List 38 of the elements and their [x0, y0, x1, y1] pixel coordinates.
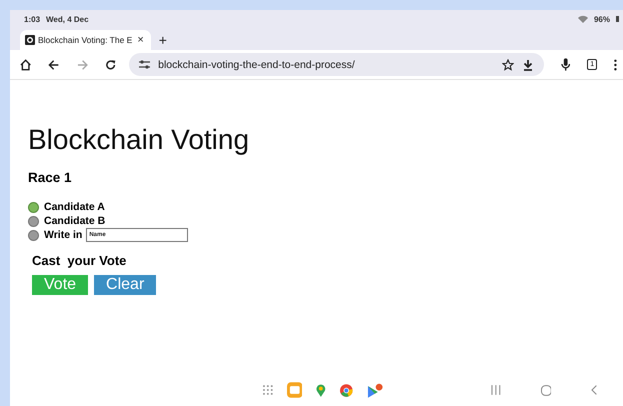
close-tab-button[interactable]: × — [135, 34, 146, 46]
site-settings-icon[interactable] — [139, 60, 150, 69]
microphone-icon[interactable] — [560, 58, 570, 71]
more-menu-icon[interactable] — [614, 58, 618, 70]
home-icon[interactable] — [20, 58, 32, 70]
map-pin-icon[interactable] — [316, 384, 326, 396]
download-icon[interactable] — [522, 58, 534, 70]
page-heading: Blockchain Voting — [28, 124, 250, 156]
race-heading: Race 1 — [28, 170, 73, 185]
status-time: 1:03 — [24, 14, 40, 24]
forward-icon[interactable] — [76, 58, 88, 70]
option-label: Candidate B — [44, 215, 106, 227]
wifi-icon — [578, 15, 588, 23]
browser-app-icon[interactable] — [340, 384, 353, 396]
address-bar[interactable]: blockchain-voting-the-end-to-end-process/ — [129, 53, 544, 76]
action-button[interactable]: Clear — [94, 275, 156, 295]
radio-button[interactable] — [28, 202, 39, 212]
battery-level: 96% — [594, 14, 610, 24]
tab-title: Blockchain Voting: The E — [38, 35, 132, 45]
site-favicon — [25, 35, 35, 45]
recent-apps-icon[interactable] — [490, 385, 500, 395]
play-store-icon[interactable] — [366, 382, 384, 398]
back-icon[interactable] — [48, 58, 60, 70]
option-label: Write in — [44, 229, 82, 241]
browser-tab[interactable]: Blockchain Voting: The E × — [20, 30, 151, 50]
cast-vote-label: Cast your Vote — [32, 253, 128, 268]
reload-icon[interactable] — [104, 58, 116, 70]
app-drawer-icon[interactable] — [263, 385, 273, 395]
radio-button[interactable] — [28, 230, 39, 240]
status-date: Wed, 4 Dec — [46, 14, 89, 24]
option-label: Candidate A — [44, 201, 105, 213]
url-text: blockchain-voting-the-end-to-end-process/ — [158, 58, 355, 70]
battery-icon — [616, 16, 619, 22]
star-icon[interactable] — [502, 58, 514, 70]
new-tab-button[interactable]: + — [156, 32, 169, 48]
back-button-icon[interactable] — [591, 385, 598, 395]
radio-button[interactable] — [28, 216, 39, 226]
home-button-icon[interactable] — [540, 384, 552, 396]
